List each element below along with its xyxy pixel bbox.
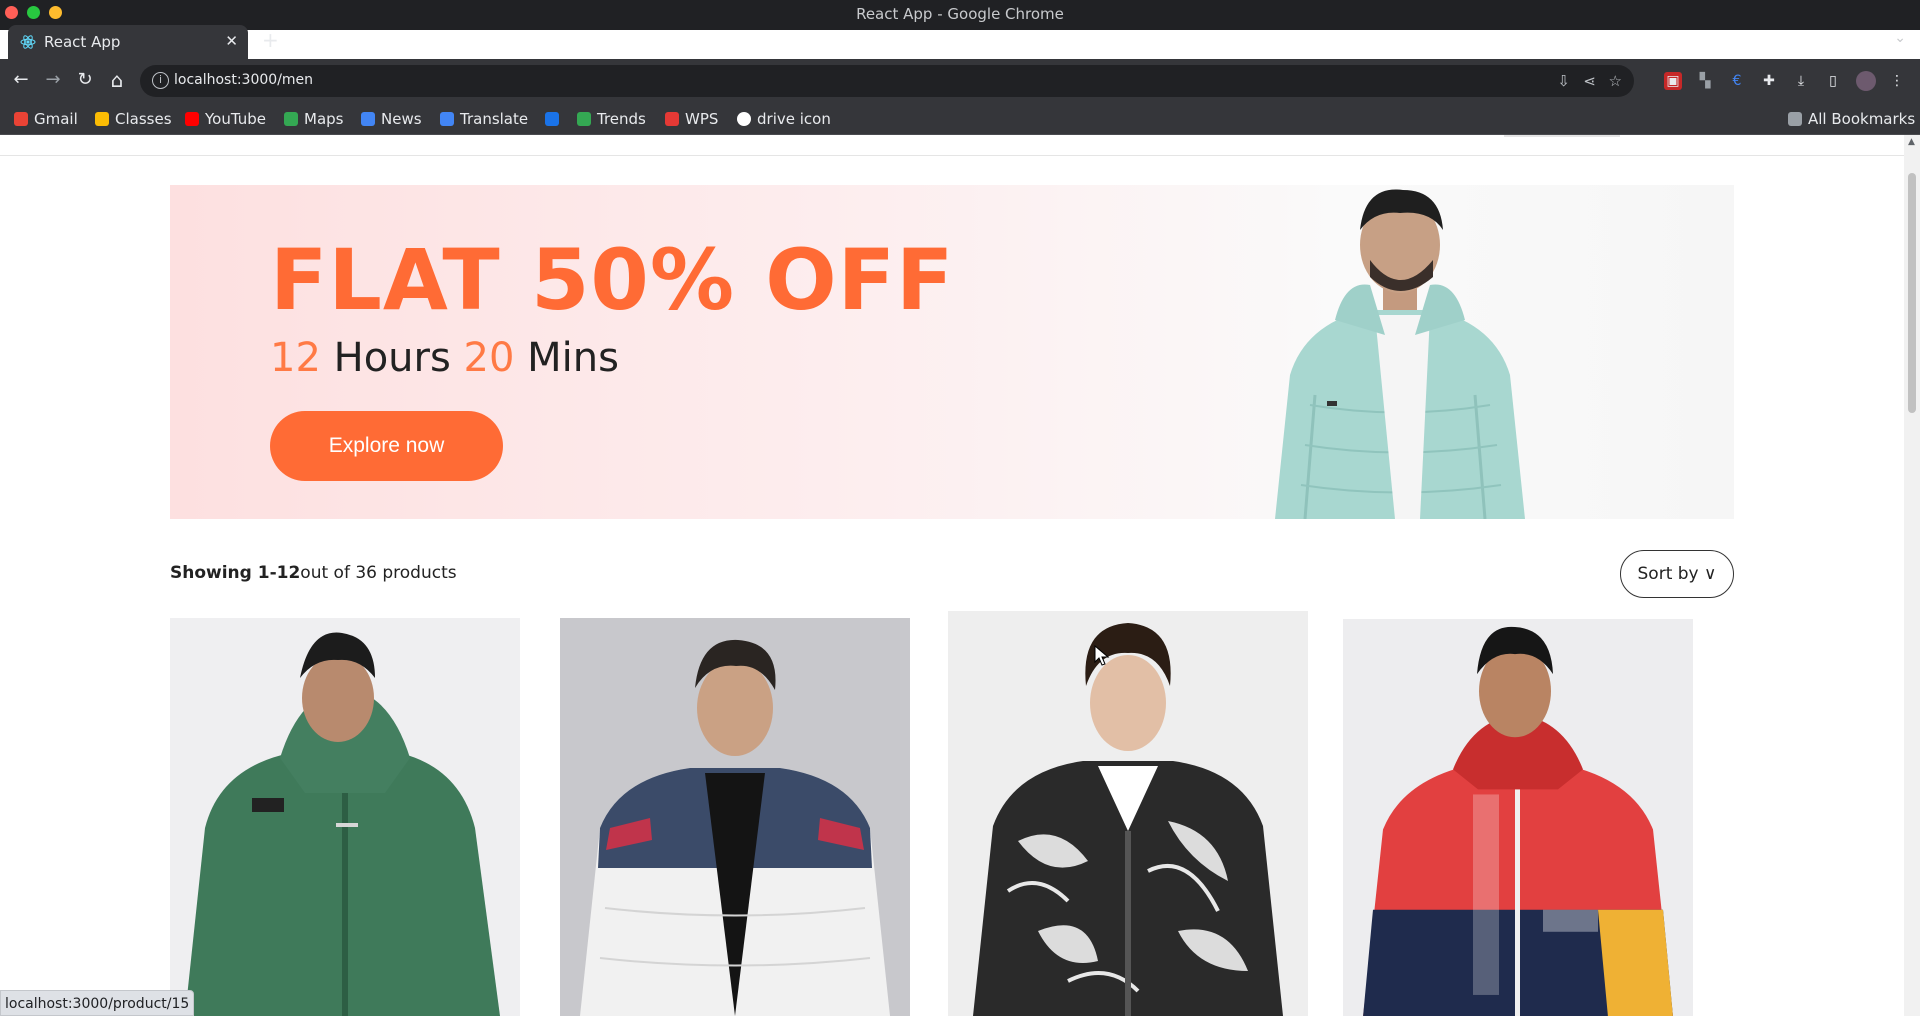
google-icon [737,112,751,126]
bookmark-gmail[interactable]: Gmail [14,110,78,128]
install-app-icon[interactable]: ⇩ [1557,72,1570,90]
address-bar[interactable]: i localhost:3000/men ⇩ ⋖ ☆ [140,65,1634,97]
bookmark-translate[interactable]: Translate [440,110,528,128]
marble-print-bomber-image[interactable] [948,611,1308,1016]
product-card[interactable] [170,618,520,1016]
window-title: React App - Google Chrome [856,5,1064,23]
product-count-total: out of 36 products [300,563,457,583]
promo-banner: FLAT 50% OFF 12 Hours 20 Mins Explore no… [170,185,1734,519]
folder-icon [1788,112,1802,126]
countdown-hours: 12 [270,335,321,381]
menu-kebab-icon[interactable]: ⋮ [1888,72,1906,90]
sort-by-label: Sort by [1637,564,1699,584]
gmail-icon [14,112,28,126]
sort-by-button[interactable]: Sort by ∨ [1620,550,1734,598]
product-count-range: Showing 1-12 [170,563,301,583]
bookmark-maps[interactable]: Maps [284,110,343,128]
banner-countdown: 12 Hours 20 Mins [270,335,619,381]
product-count: Showing 1-12out of 36 products [170,563,457,583]
extension-red-icon[interactable]: ▣ [1664,72,1682,90]
extension-blue-icon[interactable]: € [1728,72,1746,90]
white-puffer-jacket-image[interactable] [560,618,910,1016]
wps-icon [665,112,679,126]
all-bookmarks[interactable]: All Bookmarks [1788,110,1915,128]
page-viewport: FLAT 50% OFF 12 Hours 20 Mins Explore no… [0,135,1904,1016]
tab-title: React App [44,33,121,51]
window-titlebar: React App - Google Chrome ⌄ [0,0,1920,46]
address-bar-url[interactable]: localhost:3000/men [174,72,313,88]
back-icon[interactable]: ← [10,69,32,91]
bookmark-news[interactable]: News [361,110,422,128]
translate-icon [440,112,454,126]
classes-icon [95,112,109,126]
navbar-bottom-edge [1504,135,1620,137]
reload-icon[interactable]: ↻ [74,69,96,91]
tab-react-app[interactable]: React App ✕ [8,25,248,59]
bookmark-star-icon[interactable]: ☆ [1609,72,1622,90]
explore-now-button[interactable]: Explore now [270,411,503,481]
new-tab-button[interactable]: + [262,30,279,50]
extension-gray-icon[interactable]: ▚ [1696,72,1714,90]
product-card[interactable] [560,618,910,1016]
bookmarks-bar: Gmail Classes YouTube Maps News Translat… [0,103,1920,135]
green-hoodie-image[interactable] [170,618,520,1016]
bookmark-drive[interactable] [545,110,565,128]
forward-icon[interactable]: → [42,69,64,91]
bookmark-drive-icon[interactable]: drive icon [737,110,831,128]
tab-search-icon[interactable]: ⌄ [1894,30,1906,46]
bookmark-classes[interactable]: Classes [95,110,172,128]
news-icon [361,112,375,126]
page-scrollbar[interactable]: ▲ [1904,135,1920,1016]
bookmark-wps[interactable]: WPS [665,110,718,128]
youtube-icon [185,112,199,126]
close-tab-icon[interactable]: ✕ [225,32,238,50]
countdown-mins-label: Mins [527,335,619,381]
maps-icon [284,112,298,126]
countdown-mins: 20 [463,335,515,381]
mouse-cursor-icon [1094,645,1110,666]
downloads-icon[interactable]: ⤓ [1792,72,1810,90]
status-bar-url: localhost:3000/product/15 [0,990,195,1016]
scrollbar-thumb[interactable] [1908,173,1916,413]
profile-avatar-icon[interactable] [1856,71,1876,91]
bookmark-youtube[interactable]: YouTube [185,110,266,128]
site-info-icon[interactable]: i [152,72,169,89]
red-colorblock-jacket-image[interactable] [1343,619,1693,1016]
extensions-puzzle-icon[interactable]: ✚ [1760,72,1778,90]
chevron-down-icon: ∨ [1704,564,1717,584]
share-icon[interactable]: ⋖ [1583,72,1596,90]
navbar-divider [0,155,1904,156]
react-icon [20,35,36,49]
bookmark-trends[interactable]: Trends [577,110,646,128]
banner-headline: FLAT 50% OFF [270,231,955,329]
trends-icon [577,112,591,126]
product-card[interactable] [948,611,1308,1016]
countdown-hours-label: Hours [333,335,451,381]
banner-model-image [1275,189,1525,519]
browser-toolbar: ← → ↻ ⌂ i localhost:3000/men ⇩ ⋖ ☆ ▣ ▚ €… [0,59,1920,103]
side-panel-icon[interactable]: ▯ [1824,72,1842,90]
drive-icon [545,112,559,126]
product-card[interactable] [1343,619,1693,1016]
home-icon[interactable]: ⌂ [106,69,128,91]
scroll-up-arrow-icon[interactable]: ▲ [1908,137,1915,147]
